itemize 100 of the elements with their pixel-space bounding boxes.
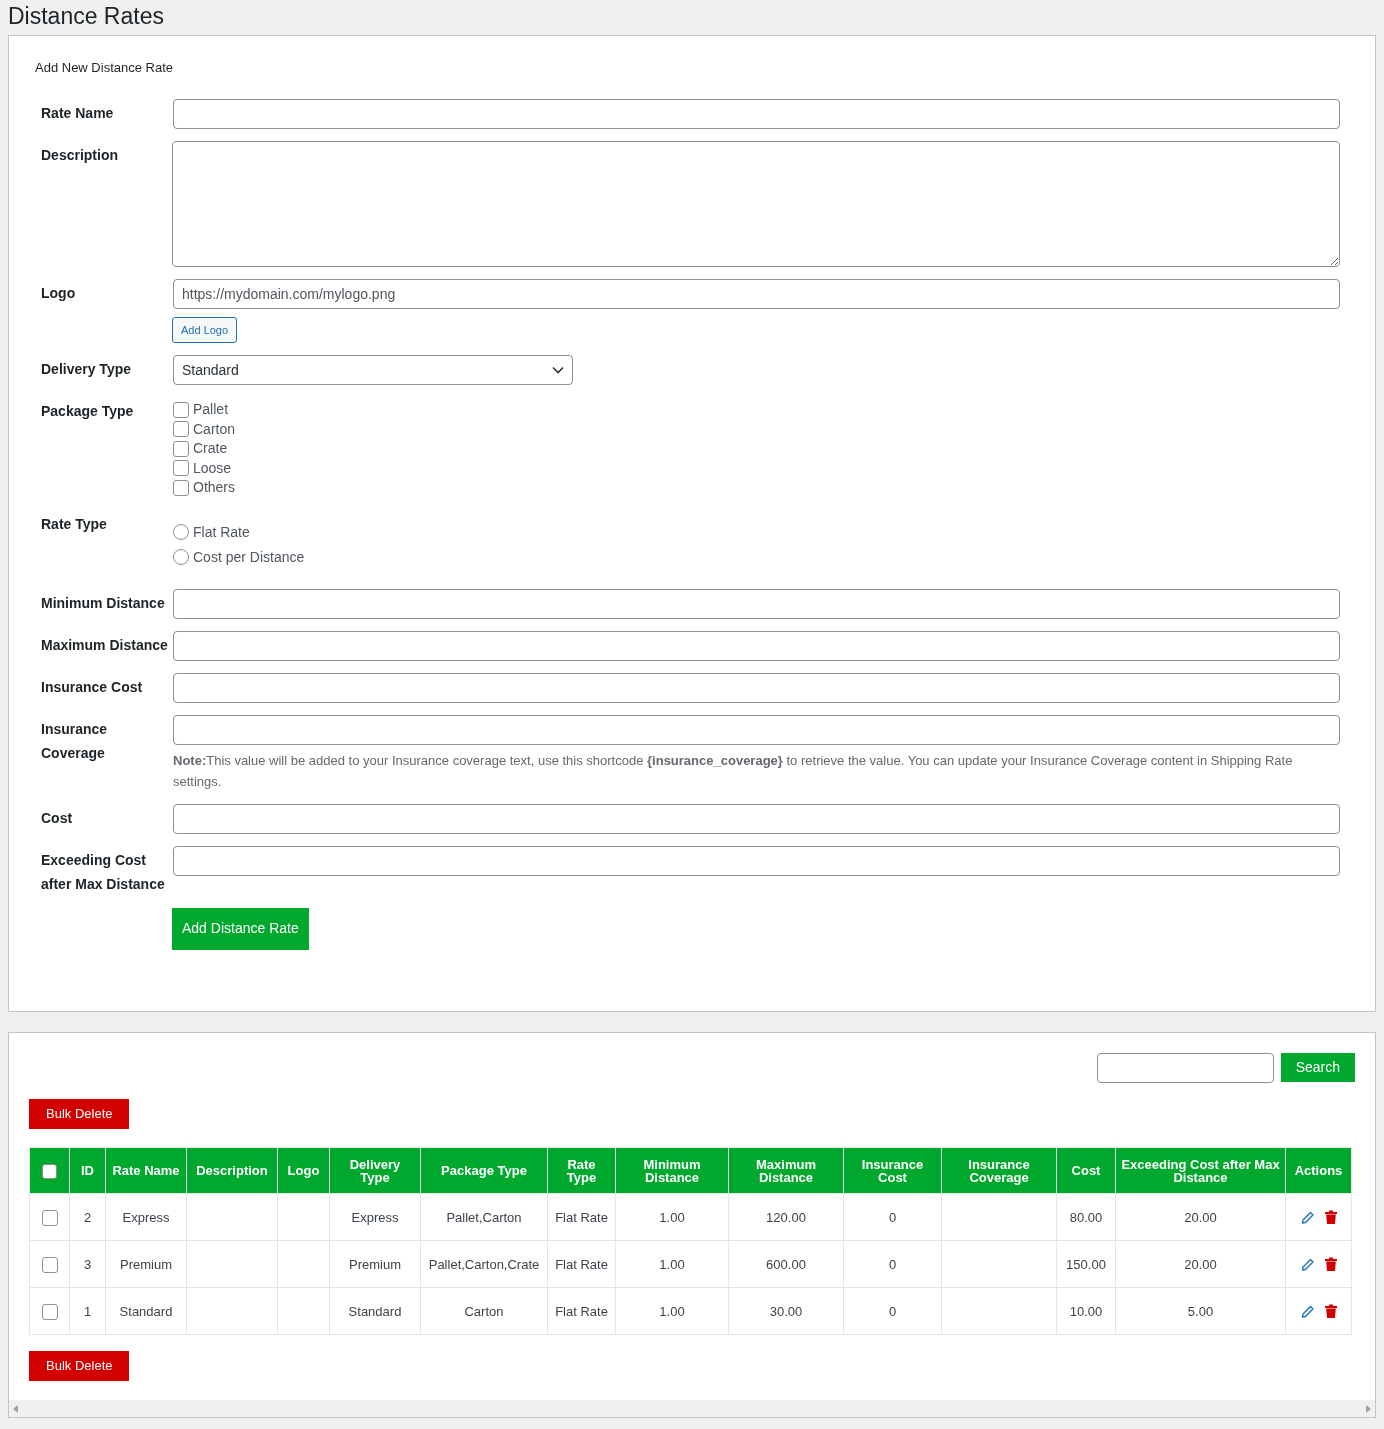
- table-cell: 1.00: [659, 1256, 685, 1272]
- column-header: Rate Type: [547, 1147, 616, 1194]
- radio-button[interactable]: [173, 549, 189, 565]
- chevron-down-icon: [552, 366, 564, 374]
- radio-label: Cost per Distance: [193, 547, 305, 567]
- table-cell: Pallet,Carton: [446, 1209, 522, 1225]
- field-label: Minimum Distance: [41, 594, 165, 611]
- table-cell: Carton: [464, 1303, 504, 1319]
- table-cell: 1: [83, 1303, 92, 1319]
- column-header: ID: [69, 1147, 106, 1194]
- trash-icon[interactable]: [1324, 1304, 1337, 1318]
- search-field[interactable]: [1096, 1053, 1274, 1083]
- column-header: Cost: [1056, 1147, 1116, 1194]
- bulk-delete-button[interactable]: Bulk Delete: [29, 1351, 130, 1381]
- trash-icon[interactable]: [1324, 1257, 1337, 1271]
- logo-url-field[interactable]: https://mydomain.com/mylogo.png: [173, 279, 1340, 309]
- delivery-type-select[interactable]: Standard: [173, 355, 573, 385]
- table-cell: 0: [888, 1256, 897, 1272]
- radio-label: Flat Rate: [193, 522, 250, 542]
- table-cell: Pallet,Carton,Crate: [428, 1256, 540, 1272]
- table-cell: 30.00: [769, 1303, 803, 1319]
- column-header: Insurance Cost: [843, 1147, 942, 1194]
- row-checkbox[interactable]: [41, 1256, 58, 1273]
- table-cell: 80.00: [1069, 1209, 1103, 1225]
- table-cell: 150.00: [1066, 1256, 1106, 1272]
- checkbox[interactable]: [173, 460, 189, 477]
- pencil-icon[interactable]: [1300, 1304, 1315, 1318]
- field-label: Rate Name: [41, 105, 114, 121]
- column-header: Maximum Distance: [728, 1147, 844, 1194]
- checkbox-label: Carton: [193, 419, 236, 439]
- text-field[interactable]: [173, 99, 1340, 129]
- checkbox[interactable]: [173, 440, 189, 457]
- table-cell: Premium: [120, 1256, 172, 1272]
- field-label: Exceeding Cost after Max Distance: [41, 851, 165, 892]
- search-button[interactable]: Search: [1280, 1053, 1355, 1082]
- column-header: Rate Name: [105, 1147, 187, 1194]
- column-header: Minimum Distance: [615, 1147, 729, 1194]
- trash-icon[interactable]: [1324, 1210, 1337, 1224]
- table-cell: 120.00: [766, 1209, 806, 1225]
- table-cell: 1.00: [659, 1303, 685, 1319]
- text-field[interactable]: [173, 672, 1340, 703]
- checkbox[interactable]: [173, 421, 189, 438]
- table-cell: Express: [122, 1209, 170, 1225]
- table-cell: Standard: [119, 1303, 173, 1319]
- column-header: Delivery Type: [329, 1147, 421, 1194]
- text-field[interactable]: [173, 714, 1340, 745]
- column-header: Exceeding Cost after Max Distance: [1115, 1147, 1286, 1194]
- checkbox[interactable]: [173, 479, 189, 496]
- field-label: Delivery Type: [41, 361, 131, 377]
- table-cell: Flat Rate: [555, 1256, 608, 1272]
- table-cell: Flat Rate: [555, 1209, 608, 1225]
- checkbox-label: Others: [193, 478, 235, 498]
- horizontal-scrollbar[interactable]: [9, 1400, 1375, 1417]
- table-cell: 0: [888, 1209, 897, 1225]
- text-field[interactable]: [173, 803, 1340, 834]
- scroll-left-icon[interactable]: [13, 1404, 19, 1413]
- pencil-icon[interactable]: [1300, 1210, 1315, 1224]
- table-cell: 2: [83, 1209, 92, 1225]
- text-field[interactable]: [173, 845, 1340, 876]
- table-cell: 3: [83, 1256, 92, 1272]
- field-label: Cost: [41, 809, 73, 826]
- column-header: Description: [186, 1147, 278, 1194]
- table-cell: 600.00: [766, 1256, 806, 1272]
- pencil-icon[interactable]: [1300, 1257, 1315, 1271]
- table-cell: 20.00: [1184, 1256, 1217, 1272]
- table-cell: 20.00: [1184, 1209, 1217, 1225]
- row-checkbox[interactable]: [41, 1303, 58, 1320]
- bulk-delete-button[interactable]: Bulk Delete: [29, 1099, 130, 1129]
- checkbox-label: Pallet: [193, 400, 229, 420]
- field-label: Package Type: [41, 403, 134, 419]
- field-label: Logo: [41, 285, 76, 301]
- add-distance-rate-button[interactable]: Add Distance Rate: [172, 907, 309, 950]
- text-field[interactable]: [173, 630, 1340, 661]
- field-label: Maximum Distance: [41, 636, 168, 653]
- field-label: Rate Type: [41, 515, 107, 532]
- table-cell: 10.00: [1069, 1303, 1103, 1319]
- field-label: Description: [41, 147, 118, 163]
- table-cell: Express: [351, 1209, 399, 1225]
- description-field[interactable]: [172, 141, 1340, 267]
- page-title: Distance Rates: [8, 2, 165, 31]
- row-checkbox[interactable]: [41, 1209, 58, 1226]
- column-header: Package Type: [420, 1147, 548, 1194]
- field-note: Note:This value will be added to your Insurance coverage text, use this shortcode {insurance_coverage} to retrieve the value. You can update your Insurance Coverage content in Shipping Rate settings.: [173, 751, 1294, 791]
- text-field[interactable]: [173, 588, 1340, 619]
- checkbox[interactable]: [173, 401, 189, 418]
- select-all-checkbox[interactable]: [42, 1163, 57, 1179]
- table-cell: 5.00: [1187, 1303, 1214, 1319]
- form-title: Add New Distance Rate: [35, 60, 173, 75]
- table-cell: Flat Rate: [555, 1303, 608, 1319]
- table-cell: 0: [888, 1303, 897, 1319]
- field-label: Insurance Cost: [41, 678, 143, 695]
- radio-button[interactable]: [173, 524, 189, 540]
- add-logo-button[interactable]: Add Logo: [172, 317, 238, 343]
- checkbox-label: Loose: [193, 458, 232, 478]
- table-cell: 1.00: [659, 1209, 685, 1225]
- scroll-right-icon[interactable]: [1365, 1404, 1371, 1413]
- table-cell: Standard: [348, 1303, 402, 1319]
- table-cell: Premium: [349, 1256, 401, 1272]
- column-header: Insurance Coverage: [941, 1147, 1057, 1194]
- column-header: Logo: [277, 1147, 330, 1194]
